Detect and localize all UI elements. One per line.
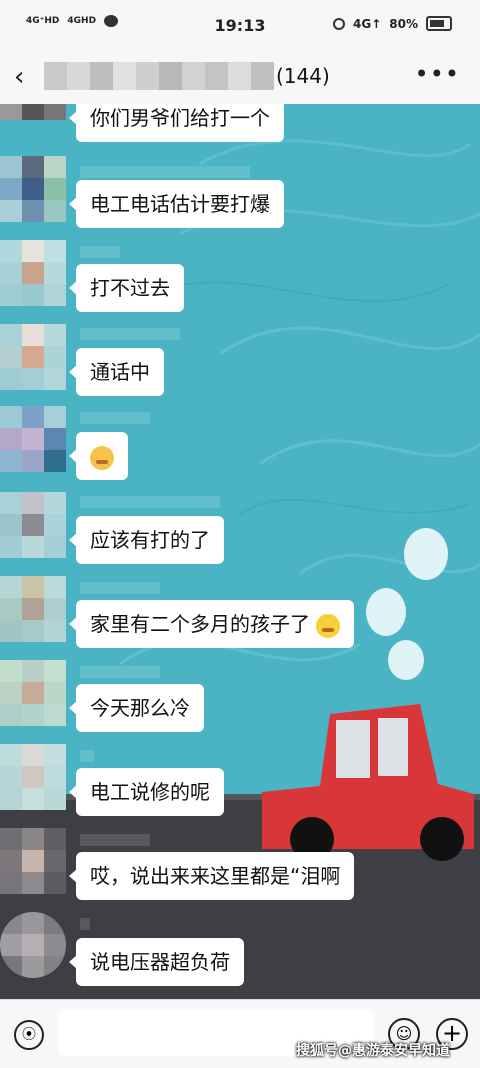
avatar[interactable] [0,104,66,120]
chat-message: 今天那么冷 [0,660,480,732]
avatar[interactable] [0,744,66,810]
message-bubble[interactable]: 说电压器超负荷 [69,938,244,986]
back-arrow-icon[interactable]: ‹ [14,64,38,92]
crying-face-icon [316,613,341,638]
message-bubble[interactable]: 电工说修的呢 [69,768,224,816]
message-bubble[interactable]: 打不过去 [69,264,184,312]
chat-header: ‹ (144) ••• [0,52,480,104]
input-bar: ⦿ ☺ + 搜狐号@惠游泰安早知道 [0,999,480,1068]
more-options-icon[interactable]: ••• [415,60,460,88]
sender-name-blurred [80,834,150,846]
group-name-blurred [44,62,274,90]
chat-message: 电工说修的呢 [0,744,480,816]
message-bubble[interactable]: 你们男爷们给打一个 [69,104,284,142]
message-text: 家里有二个多月的孩子了 [90,612,310,636]
message-bubble[interactable] [69,432,128,480]
battery-percent: 80% [389,16,418,31]
chat-message: 家里有二个多月的孩子了 [0,576,480,648]
message-bubble[interactable]: 今天那么冷 [69,684,204,732]
alarm-icon [333,17,345,30]
chat-message: 应该有打的了 [0,492,480,564]
sender-name-blurred [80,328,180,340]
sender-name-blurred [80,246,120,258]
avatar[interactable] [0,576,66,642]
sender-name-blurred [80,496,220,508]
grimacing-face-icon [90,445,114,470]
message-bubble[interactable]: 家里有二个多月的孩子了 [68,600,355,648]
avatar[interactable] [0,156,66,222]
avatar[interactable] [0,240,66,306]
status-right: 4G↑ 80% [333,16,452,31]
chat-area[interactable]: 你们男爷们给打一个 电工电话估计要打爆 打不过去 通话中 应该有打的了 家里有二… [0,104,480,999]
chat-message: 说电压器超负荷 [0,912,480,986]
avatar[interactable] [0,406,66,472]
avatar[interactable] [0,912,66,978]
sender-name-blurred [80,166,250,178]
chat-message: 哎，说出来来这里都是“泪啊 [0,828,480,900]
chat-message: 打不过去 [0,240,480,312]
avatar[interactable] [0,660,66,726]
sender-name-blurred [80,412,150,424]
chat-message: 通话中 [0,324,480,396]
chat-message: 你们男爷们给打一个 [0,104,480,164]
watermark: 搜狐号@惠游泰安早知道 [296,1043,450,1059]
avatar[interactable] [0,492,66,558]
message-bubble[interactable]: 应该有打的了 [69,516,224,564]
message-bubble[interactable]: 哎，说出来来这里都是“泪啊 [68,852,355,900]
sender-name-blurred [80,918,90,930]
avatar[interactable] [0,324,66,390]
chat-message [0,406,480,480]
battery-icon [426,16,452,31]
sender-name-blurred [80,750,94,762]
message-bubble[interactable]: 电工电话估计要打爆 [69,180,284,228]
avatar[interactable] [0,828,66,894]
sender-name-blurred [80,666,160,678]
voice-input-icon[interactable]: ⦿ [14,1020,44,1050]
network-label-3: 4G↑ [353,16,382,31]
member-count: (144) [276,64,330,88]
sender-name-blurred [80,582,160,594]
message-bubble[interactable]: 通话中 [69,348,164,396]
status-bar: 4G⁺HD 4GHD 19:13 4G↑ 80% [0,0,480,52]
chat-message: 电工电话估计要打爆 [0,156,480,228]
